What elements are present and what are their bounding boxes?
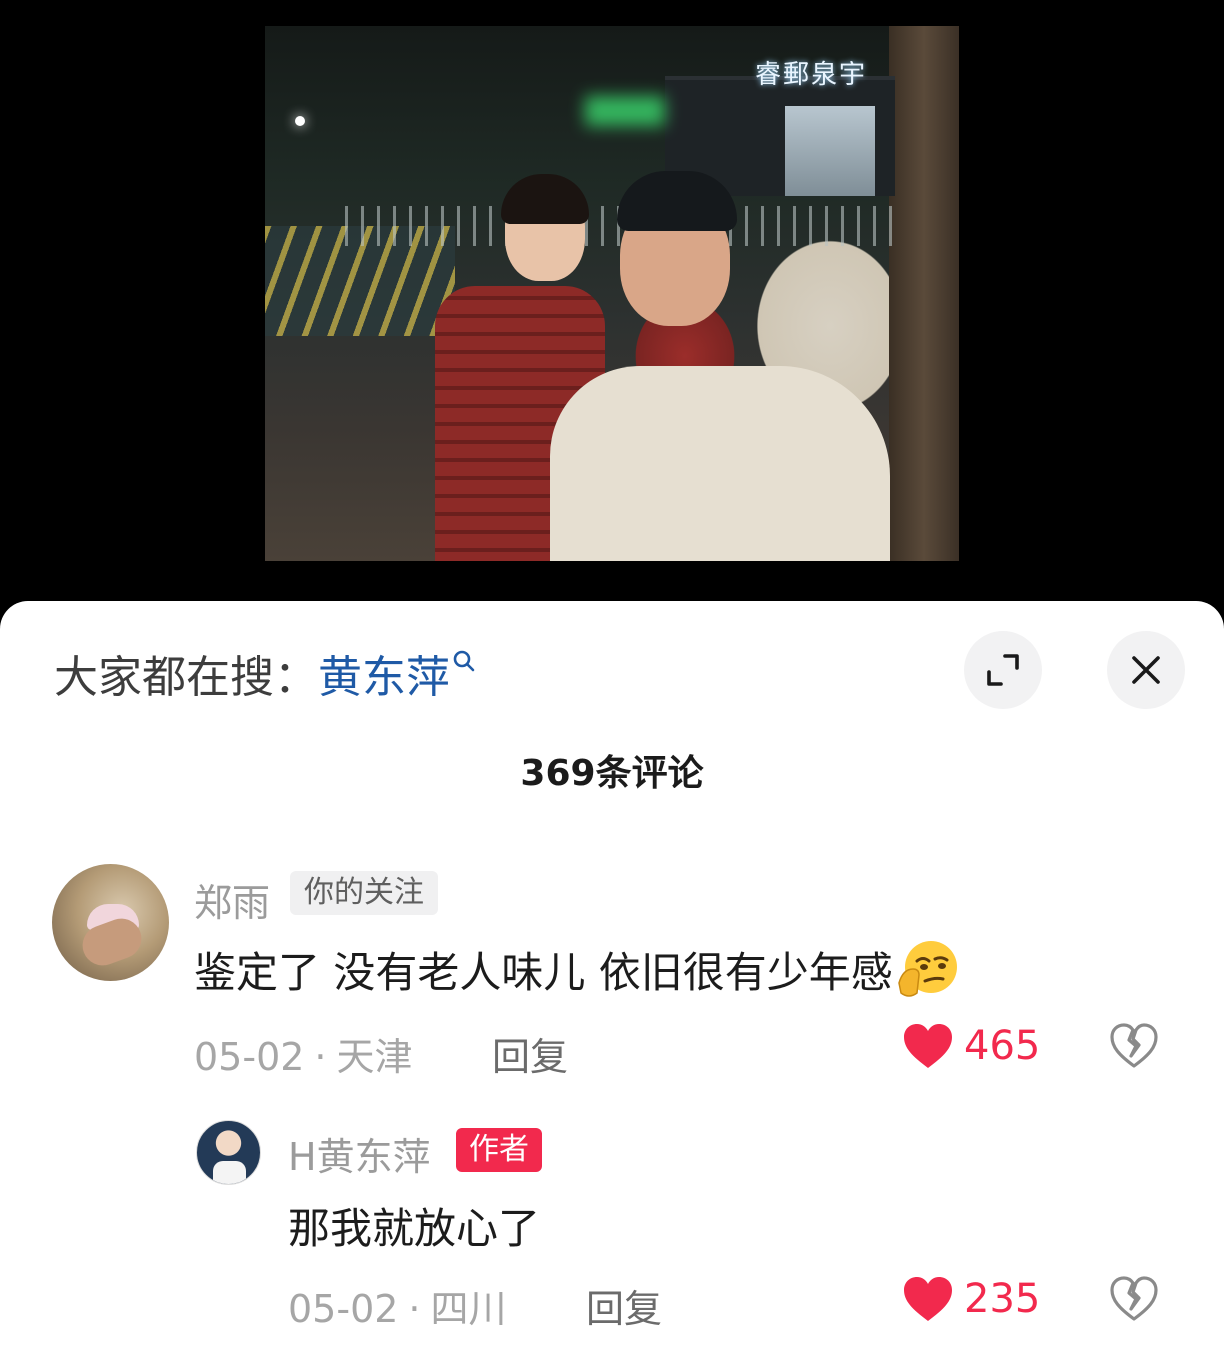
like-button[interactable]: 465 — [902, 1022, 1040, 1070]
close-icon — [1132, 656, 1160, 684]
comment-meta: 05-02 · 四川 — [288, 1278, 507, 1333]
following-badge: 你的关注 — [290, 871, 438, 915]
thinking-smirk-emoji-icon — [897, 940, 957, 997]
comment-text[interactable]: 鉴定了 没有老人味儿 依旧很有少年感 — [194, 939, 959, 1001]
like-count: 235 — [964, 1276, 1041, 1322]
comment-username[interactable]: 郑雨 — [194, 872, 270, 927]
meta-separator: · — [408, 1287, 421, 1331]
comment-text-content: 鉴定了 没有老人味儿 依旧很有少年感 — [194, 948, 893, 997]
expand-button[interactable] — [964, 631, 1042, 709]
author-badge: 作者 — [456, 1128, 542, 1172]
avatar[interactable] — [52, 864, 169, 981]
comment-location: 天津 — [336, 1035, 413, 1079]
comment-location: 四川 — [430, 1287, 507, 1331]
comment-text[interactable]: 那我就放心了 — [288, 1195, 540, 1256]
broken-heart-icon[interactable] — [1109, 1022, 1159, 1070]
search-icon — [453, 650, 475, 672]
heart-icon — [904, 1024, 952, 1068]
photo-person-right-body — [550, 366, 890, 561]
comment-username[interactable]: H黄东萍 — [288, 1126, 431, 1181]
reply-button[interactable]: 回复 — [492, 1026, 568, 1081]
like-count: 465 — [964, 1023, 1041, 1069]
photo-street-light — [295, 116, 305, 126]
photo-shop-window — [785, 106, 875, 196]
search-prefix: 大家都在搜： — [54, 652, 318, 703]
reply-button[interactable]: 回复 — [586, 1278, 662, 1333]
comment-date: 05-02 — [194, 1035, 305, 1079]
close-button[interactable] — [1107, 631, 1185, 709]
like-button[interactable]: 235 — [902, 1275, 1040, 1323]
photo-person-left-hair — [501, 174, 589, 224]
search-suggestion[interactable]: 大家都在搜：黄东萍 — [54, 641, 476, 705]
comments-count-title: 369条评论 — [520, 753, 704, 794]
photo-green-light — [585, 96, 665, 126]
comment-meta: 05-02 · 天津 — [194, 1026, 413, 1081]
comments-sheet: 大家都在搜：黄东萍 369条评论 郑雨 你的关注 鉴定了 没有老人味儿 依旧很有… — [0, 601, 1224, 1354]
heart-icon — [904, 1277, 952, 1321]
comment-date: 05-02 — [288, 1287, 399, 1331]
expand-icon — [987, 654, 1019, 686]
avatar-shirt — [213, 1161, 246, 1184]
broken-heart-icon[interactable] — [1109, 1275, 1159, 1323]
avatar[interactable] — [196, 1120, 261, 1185]
photo-shop-sign: 睿郵泉宇 — [755, 60, 868, 90]
search-keyword-link[interactable]: 黄东萍 — [318, 652, 450, 703]
photo-tree — [889, 26, 959, 561]
meta-separator: · — [314, 1035, 327, 1079]
post-photo[interactable]: 睿郵泉宇 — [265, 26, 959, 561]
